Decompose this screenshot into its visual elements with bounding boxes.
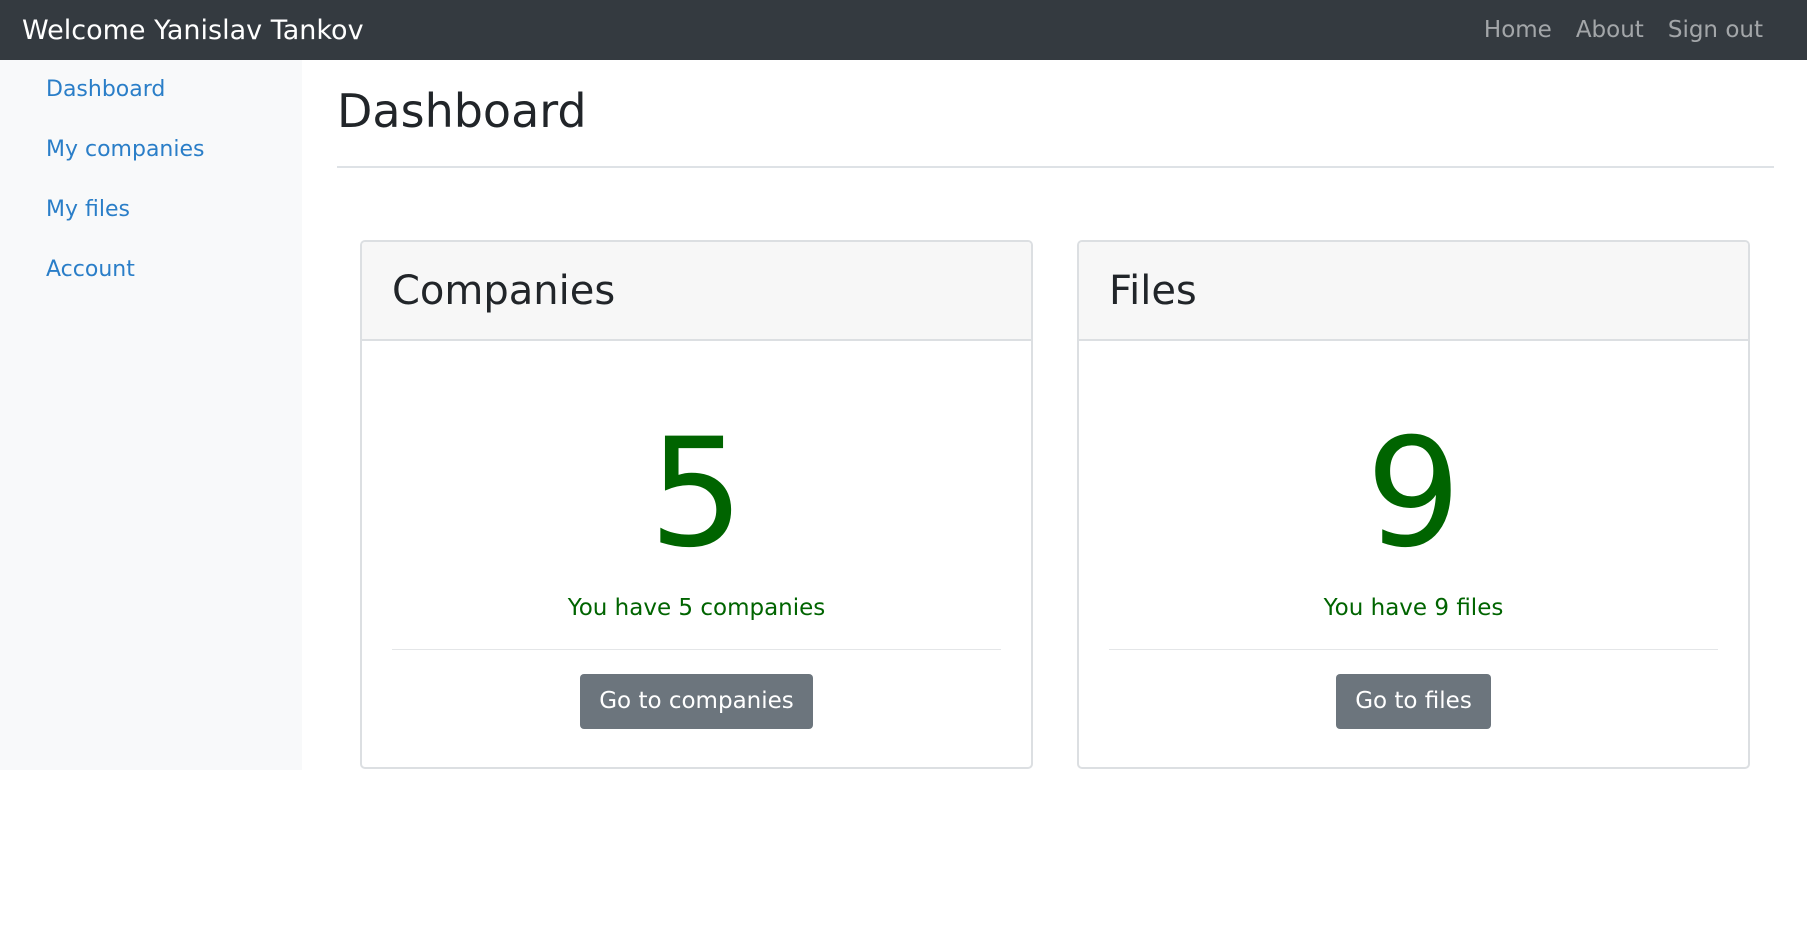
companies-count: 5 xyxy=(648,407,745,581)
nav-link-home[interactable]: Home xyxy=(1484,17,1552,43)
files-description: You have 9 files xyxy=(1323,595,1504,621)
card-row: Companies 5 You have 5 companies Go to c… xyxy=(360,240,1750,769)
companies-card: Companies 5 You have 5 companies Go to c… xyxy=(360,240,1033,769)
files-card-header: Files xyxy=(1079,242,1748,341)
nav-link-about[interactable]: About xyxy=(1576,17,1644,43)
companies-card-header: Companies xyxy=(362,242,1031,341)
sidebar-item-dashboard[interactable]: Dashboard xyxy=(0,76,302,104)
sidebar: Dashboard My companies My files Account xyxy=(0,60,302,770)
sidebar-item-my-files[interactable]: My files xyxy=(0,196,302,224)
go-to-companies-button[interactable]: Go to companies xyxy=(580,674,813,729)
companies-card-title: Companies xyxy=(392,267,616,314)
companies-description: You have 5 companies xyxy=(567,595,826,621)
companies-card-body: 5 You have 5 companies Go to companies xyxy=(362,419,1031,729)
nav-link-sign-out[interactable]: Sign out xyxy=(1668,17,1763,43)
files-card-divider xyxy=(1109,649,1718,650)
welcome-brand[interactable]: Welcome Yanislav Tankov xyxy=(22,17,364,44)
page-title: Dashboard xyxy=(337,84,587,138)
title-divider xyxy=(337,166,1774,168)
sidebar-item-my-companies[interactable]: My companies xyxy=(0,136,302,164)
companies-card-divider xyxy=(392,649,1001,650)
top-navbar: Welcome Yanislav Tankov Home About Sign … xyxy=(0,0,1807,60)
go-to-files-button[interactable]: Go to files xyxy=(1336,674,1491,729)
sidebar-item-account[interactable]: Account xyxy=(0,256,302,284)
files-card: Files 9 You have 9 files Go to files xyxy=(1077,240,1750,769)
files-card-title: Files xyxy=(1109,267,1197,314)
nav-links: Home About Sign out xyxy=(1484,17,1785,43)
main-content: Dashboard Companies 5 You have 5 compani… xyxy=(337,60,1774,769)
files-count: 9 xyxy=(1365,407,1462,581)
files-card-body: 9 You have 9 files Go to files xyxy=(1079,419,1748,729)
